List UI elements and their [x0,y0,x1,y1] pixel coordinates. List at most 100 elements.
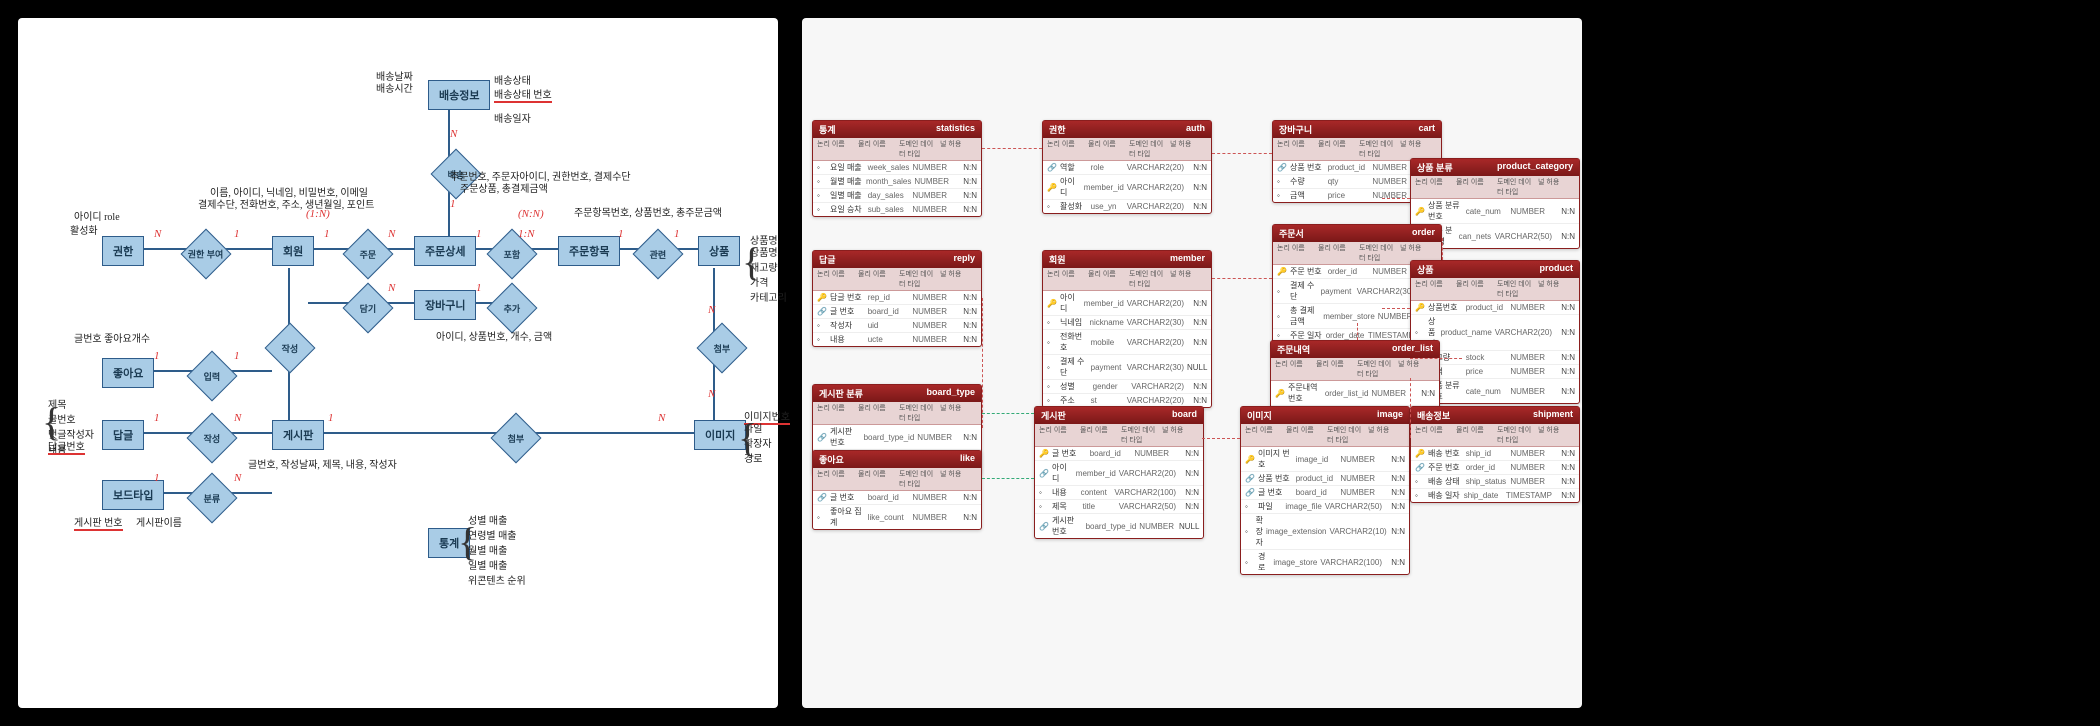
cardinality: 1 [154,350,160,362]
column-icon: ◦ [817,163,827,172]
cardinality: (N:N) [518,208,544,220]
key-icon: 🔑 [1277,267,1287,276]
erd-canvas: 배송정보권한회원주문상세주문항목상품장바구니좋아요답글보드타입게시판이미지통계배… [18,18,778,708]
annotation: 아이디, 상품번호, 개수, 금액 [436,328,552,343]
column-icon: ◦ [817,205,827,214]
annotation: 결제수단, 전화번호, 주소, 생년월일, 포인트 [198,196,374,211]
annotation: 글번호, 작성날짜, 제목, 내용, 작성자 [248,456,397,471]
table-header: 주문내역order_list [1271,341,1439,358]
table-row: ◦좋아요 집계like_countNUMBERN:N [813,505,981,529]
column-icon: ◦ [1277,191,1287,200]
cardinality: N [450,128,457,140]
link-icon: 🔗 [1245,488,1255,497]
table-row: 🔗글 번호board_idNUMBERN:N [1241,486,1409,500]
relationship-line [982,478,1034,479]
table-shipment[interactable]: 배송정보shipment논리 이름물리 이름도메인 데이터 타입널 허용🔑배송 … [1410,406,1580,503]
column-icon: ◦ [817,177,827,186]
column-icon: ◦ [1039,488,1049,497]
annotation: 게시판 번호 [74,514,123,531]
annotation: 배송상태 번호 [494,86,552,103]
table-row: ◦배송 일자ship_dateTIMESTAMPN:N [1411,489,1579,502]
table-row: ◦경로image_storeVARCHAR2(100)N:N [1241,550,1409,574]
rel-order: 주문 [343,229,394,280]
table-header: 게시판 분류board_type [813,385,981,402]
table-row: ◦성별genderVARCHAR2(2)N:N [1043,380,1211,394]
column-icon: ◦ [1245,558,1255,567]
annotation: 아이디 role [74,208,120,223]
relationship-line [1357,323,1358,340]
cardinality: 1 [234,350,240,362]
table-header: 장바구니cart [1273,121,1441,138]
table-image[interactable]: 이미지image논리 이름물리 이름도메인 데이터 타입널 허용🔑이미지 번호i… [1240,406,1410,575]
link-icon: 🔗 [1415,463,1425,472]
cardinality: N [658,412,665,424]
rel-attach1: 첨부 [697,323,748,374]
relationship-line [982,413,1034,414]
table-header: 회원member [1043,251,1211,268]
key-icon: 🔑 [1415,449,1425,458]
key-icon: 🔑 [1275,389,1285,398]
column-icon: ◦ [1047,338,1057,347]
table-reply[interactable]: 답글reply논리 이름물리 이름도메인 데이터 타입널 허용🔑답글 번호rep… [812,250,982,347]
table-board[interactable]: 게시판board논리 이름물리 이름도메인 데이터 타입널 허용🔑글 번호boa… [1034,406,1204,539]
entity-reply: 답글 [102,420,144,450]
table-colheader: 논리 이름물리 이름도메인 데이터 타입널 허용 [813,402,981,425]
table-row: 🔑이미지 번호image_idNUMBERN:N [1241,447,1409,472]
table-row: 🔗역할roleVARCHAR2(20)N:N [1043,161,1211,175]
table-row: ◦제목titleVARCHAR2(50)N:N [1035,500,1203,514]
table-row: ◦일별 매출day_salesNUMBERN:N [813,189,981,203]
cardinality: 1 [450,198,456,210]
key-icon: 🔑 [1415,207,1425,216]
table-colheader: 논리 이름물리 이름도메인 데이터 타입널 허용 [1411,176,1579,199]
column-icon: ◦ [1277,177,1287,186]
link-icon: 🔗 [1277,163,1287,172]
table-row: 🔑주문내역번호order_list_idNUMBERN:N [1271,381,1439,406]
table-like[interactable]: 좋아요like논리 이름물리 이름도메인 데이터 타입널 허용🔗글 번호boar… [812,450,982,530]
table-row: ◦닉네임nicknameVARCHAR2(30)N:N [1043,316,1211,330]
table-row: 🔗아이디member_idVARCHAR2(20)N:N [1035,461,1203,486]
table-header: 주문서order [1273,225,1441,242]
cardinality: N [388,228,395,240]
cardinality: N [388,282,395,294]
table-auth[interactable]: 권한auth논리 이름물리 이름도메인 데이터 타입널 허용🔗역할roleVAR… [1042,120,1212,214]
table-colheader: 논리 이름물리 이름도메인 데이터 타입널 허용 [1241,424,1409,447]
entity-delivery-info: 배송정보 [428,80,490,110]
table-row: 🔑상품번호product_idNUMBERN:N [1411,301,1579,315]
table-row: 🔑답글 번호rep_idNUMBERN:N [813,291,981,305]
table-row: ◦작성자uidNUMBERN:N [813,319,981,333]
cardinality: 1:N [518,228,535,240]
relationship-line [1212,153,1272,154]
column-icon: ◦ [1277,287,1287,296]
link-icon: 🔗 [1039,522,1049,531]
table-header: 이미지image [1241,407,1409,424]
cardinality: 1 [154,412,160,424]
table-row: ◦확장자image_extensionVARCHAR2(10)N:N [1241,514,1409,550]
table-member[interactable]: 회원member논리 이름물리 이름도메인 데이터 타입널 허용🔑아이디memb… [1042,250,1212,408]
table-row: ◦내용contentVARCHAR2(100)N:N [1035,486,1203,500]
column-icon: ◦ [1047,318,1057,327]
column-icon: ◦ [817,321,827,330]
table-row: 🔑아이디member_idVARCHAR2(20)N:N [1043,291,1211,316]
cardinality: 1 [476,282,482,294]
cardinality: N [708,388,715,400]
table-header: 상품 분류product_category [1411,159,1579,176]
annotation: 주문상품, 총결제금액 [460,180,548,195]
rel-input: 입력 [187,351,238,402]
table-colheader: 논리 이름물리 이름도메인 데이터 타입널 허용 [1411,424,1579,447]
relationship-line [1202,438,1240,439]
rel-put: 담기 [343,283,394,334]
entity-role: 권한 [102,236,144,266]
column-icon: ◦ [1277,331,1287,340]
table-row: ◦전화번호mobileVARCHAR2(20)N:N [1043,330,1211,355]
key-icon: 🔑 [1047,183,1057,192]
entity-order-item: 주문항목 [558,236,620,266]
column-icon: ◦ [817,335,827,344]
column-icon: ◦ [1415,491,1425,500]
column-icon: ◦ [1245,527,1253,536]
table-row: ◦결제 수단paymentVARCHAR2(30)NULL [1043,355,1211,380]
entity-order-detail: 주문상세 [414,236,476,266]
relationship-line [1410,378,1411,438]
column-icon: ◦ [1277,312,1287,321]
table-statistics[interactable]: 통계statistics논리 이름물리 이름도메인 데이터 타입널 허용◦요일 … [812,120,982,217]
table-row: ◦배송 상태ship_statusNUMBERN:N [1411,475,1579,489]
